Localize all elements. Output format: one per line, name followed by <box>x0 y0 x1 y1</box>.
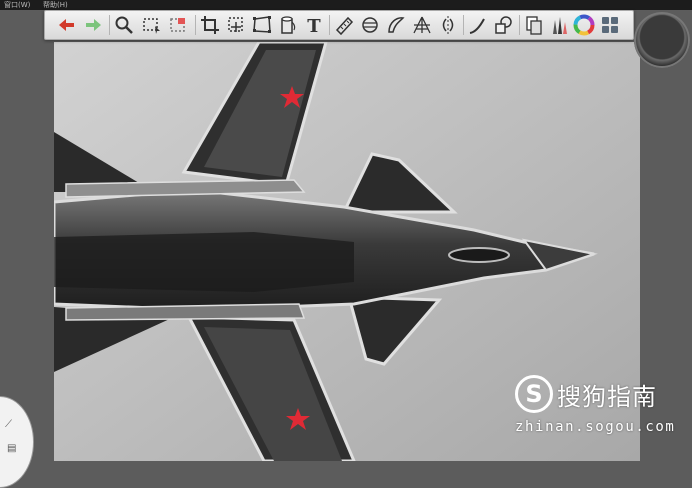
symmetry-icon[interactable] <box>437 14 459 36</box>
brush-icon[interactable]: ⟋ <box>5 419 12 430</box>
menu-window[interactable]: 窗口(W) <box>4 0 30 10</box>
select-all-icon[interactable] <box>167 14 189 36</box>
svg-text:T: T <box>307 16 321 36</box>
toolbar-divider <box>329 15 330 35</box>
stroke-icon[interactable] <box>467 14 489 36</box>
watermark-url: zhinan.sogou.com <box>515 419 676 435</box>
lagoon-menu[interactable]: ⟋ ▤ <box>0 396 34 488</box>
zoom-icon[interactable] <box>113 14 135 36</box>
distort-icon[interactable] <box>251 14 273 36</box>
toolbar-divider <box>195 15 196 35</box>
menu-bar: 窗口(W) 帮助(H) <box>0 0 692 10</box>
menu-help[interactable]: 帮助(H) <box>43 0 68 10</box>
toolbar-divider <box>109 15 110 35</box>
transform-icon[interactable] <box>225 14 247 36</box>
text-icon[interactable]: T <box>303 14 325 36</box>
copy-paste-icon[interactable] <box>523 14 545 36</box>
layer-icon[interactable]: ▤ <box>7 443 16 454</box>
select-icon[interactable] <box>141 14 163 36</box>
main-toolbar: T <box>44 10 634 40</box>
french-curve-icon[interactable] <box>385 14 407 36</box>
fuselage-shadow <box>54 232 354 292</box>
toolbar-divider <box>463 15 464 35</box>
fill-icon[interactable] <box>277 14 299 36</box>
watermark-brand: 搜狗指南 <box>557 383 657 411</box>
brush-library-icon[interactable] <box>547 14 569 36</box>
shape-icon[interactable] <box>493 14 515 36</box>
redo-icon[interactable] <box>83 14 105 36</box>
watermark: S 搜狗指南 zhinan.sogou.com <box>515 375 692 461</box>
color-wheel-icon[interactable] <box>573 14 595 36</box>
ellipse-guide-icon[interactable] <box>359 14 381 36</box>
perspective-icon[interactable] <box>411 14 433 36</box>
layers-icon[interactable] <box>599 14 621 36</box>
ruler-icon[interactable] <box>333 14 355 36</box>
brush-puck[interactable] <box>634 12 690 68</box>
watermark-logo: S <box>515 375 553 413</box>
undo-icon[interactable] <box>55 14 77 36</box>
toolbar-divider <box>519 15 520 35</box>
crop-icon[interactable] <box>199 14 221 36</box>
cockpit <box>448 247 510 263</box>
